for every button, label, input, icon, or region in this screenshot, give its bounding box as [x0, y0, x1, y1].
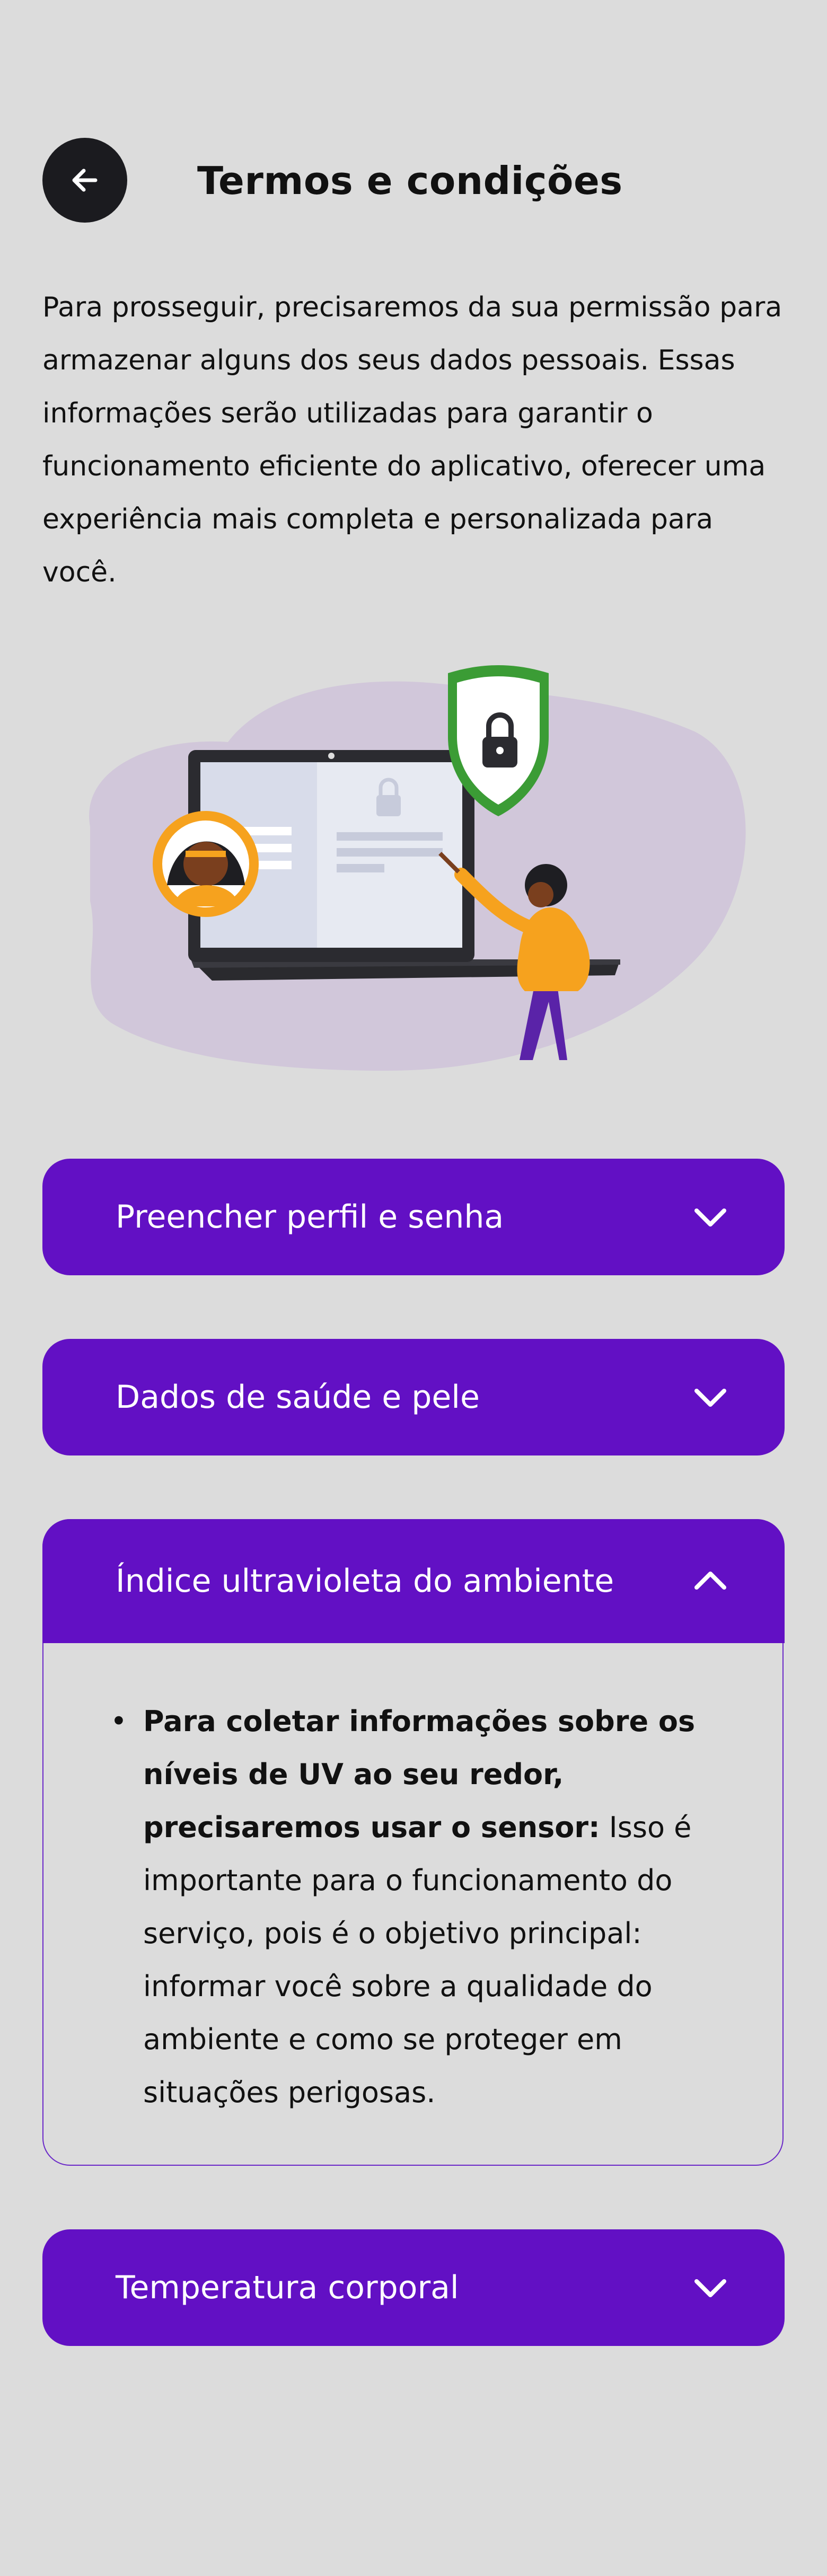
- chevron-down-icon: [694, 2279, 726, 2297]
- chevron-down-icon: [694, 1208, 726, 1227]
- accordion-body-temperature[interactable]: Temperatura corporal: [42, 2229, 785, 2346]
- accordion-label: Temperatura corporal: [116, 2269, 459, 2306]
- privacy-illustration: [89, 665, 746, 1071]
- bullet-dot: •: [110, 1705, 127, 1738]
- page-title: Termos e condições: [197, 158, 623, 203]
- content-text: Isso é importante para o funcionamento d…: [143, 1811, 692, 2109]
- accordion-label: Preencher perfil e senha: [116, 1198, 504, 1236]
- accordion-label: Índice ultravioleta do ambiente: [116, 1563, 614, 1600]
- intro-text: Para prosseguir, precisaremos da sua per…: [42, 292, 782, 588]
- accordion-health-skin[interactable]: Dados de saúde e pele: [42, 1339, 785, 1455]
- accordion-header[interactable]: Temperatura corporal: [42, 2229, 785, 2346]
- accordion-profile-password[interactable]: Preencher perfil e senha: [42, 1159, 785, 1275]
- accordion-content: • Para coletar informações sobre os nívei…: [110, 1695, 737, 2119]
- chevron-down-icon: [694, 1389, 726, 1407]
- accordion-uv-index: Índice ultravioleta do ambiente • Para co…: [42, 1519, 785, 2166]
- chevron-up-icon: [694, 1572, 726, 1590]
- accordion-label: Dados de saúde e pele: [116, 1379, 480, 1416]
- accordion-header[interactable]: Dados de saúde e pele: [42, 1339, 785, 1455]
- header: Termos e condições: [0, 0, 827, 223]
- arrow-left-icon: [72, 169, 98, 192]
- accordion-header[interactable]: Índice ultravioleta do ambiente: [42, 1519, 785, 1643]
- accordion-header[interactable]: Preencher perfil e senha: [42, 1159, 785, 1275]
- back-button[interactable]: [42, 138, 127, 223]
